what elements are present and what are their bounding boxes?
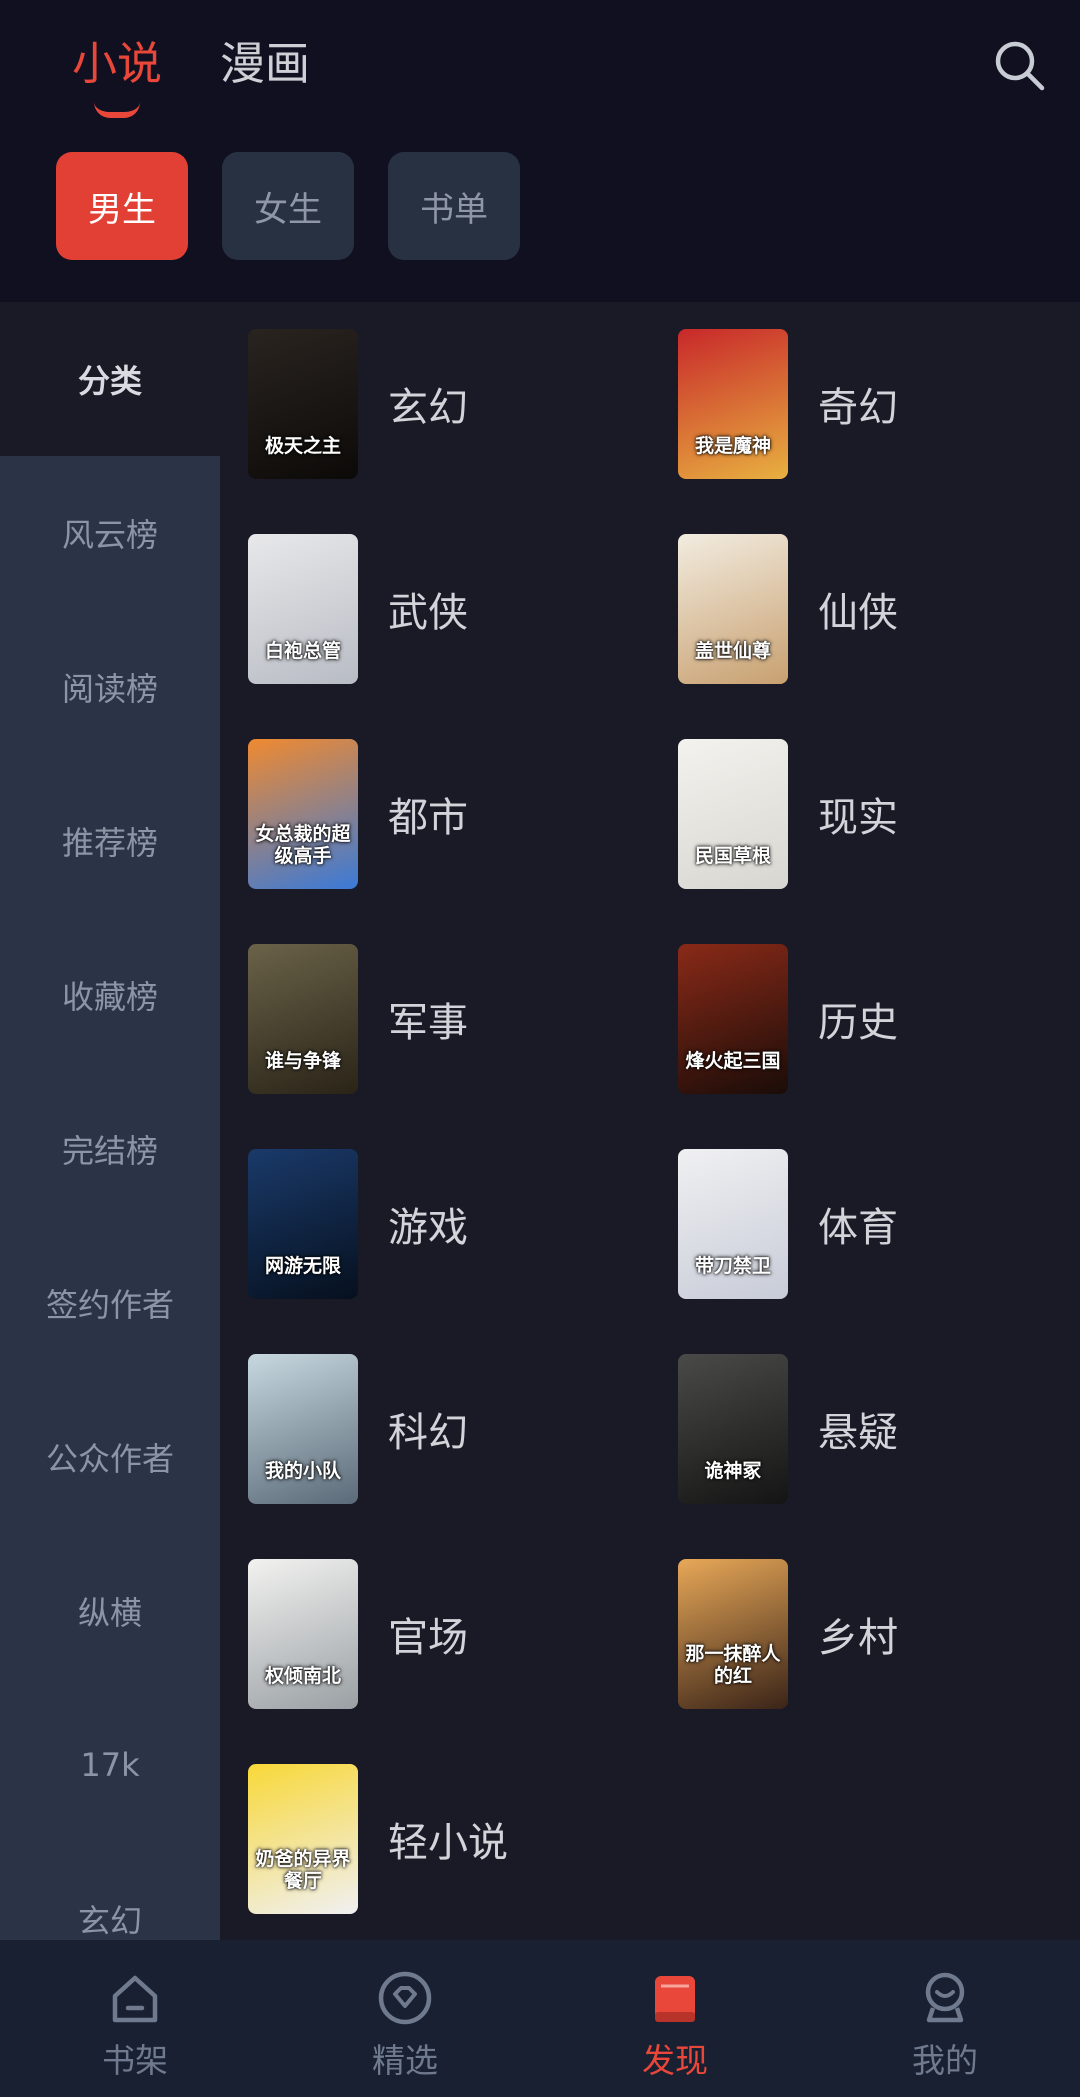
book-cover-title: 网游无限 bbox=[264, 1255, 341, 1277]
category-label: 仙侠 bbox=[818, 590, 898, 636]
book-cover-title: 我是魔神 bbox=[694, 435, 771, 457]
category-item[interactable]: 网游无限 游戏 bbox=[248, 1149, 668, 1299]
book-cover-title: 白袍总管 bbox=[264, 640, 341, 662]
category-item[interactable]: 我是魔神 奇幻 bbox=[678, 329, 1080, 479]
sidebar-item-17k[interactable]: 17k bbox=[0, 1688, 220, 1842]
book-cover-title: 民国草根 bbox=[694, 845, 771, 867]
category-label: 都市 bbox=[388, 795, 468, 841]
book-cover-image: 谁与争锋 bbox=[248, 944, 358, 1094]
active-tab-indicator bbox=[94, 102, 140, 118]
diamond-icon bbox=[378, 1971, 432, 2025]
book-icon bbox=[655, 1976, 695, 2022]
book-cover-title: 带刀禁卫 bbox=[694, 1255, 771, 1277]
book-cover-image: 诡神冢 bbox=[678, 1354, 788, 1504]
category-label: 武侠 bbox=[388, 590, 468, 636]
nav-profile-label: 我的 bbox=[912, 2041, 978, 2080]
book-cover-title: 谁与争锋 bbox=[264, 1050, 341, 1072]
category-label: 官场 bbox=[388, 1615, 468, 1661]
category-item[interactable]: 盖世仙尊 仙侠 bbox=[678, 534, 1080, 684]
sidebar-item-signed-authors[interactable]: 签约作者 bbox=[0, 1226, 220, 1380]
category-grid: 极天之主 玄幻 我是魔神 奇幻 白袍总管 武侠 盖世仙尊 仙侠 女总裁的超级高手 都市 民国草根 现实… bbox=[220, 302, 1080, 1940]
bottom-navigation: 书架 精选 发现 我的 bbox=[0, 1940, 1080, 2097]
tab-booklist[interactable]: 书单 bbox=[388, 152, 520, 260]
book-cover-title: 那一抹醉人的红 bbox=[685, 1643, 781, 1687]
tab-female[interactable]: 女生 bbox=[222, 152, 354, 260]
category-item[interactable]: 白袍总管 武侠 bbox=[248, 534, 668, 684]
category-label: 游戏 bbox=[388, 1205, 468, 1251]
content-type-tabs: 小说 漫画 bbox=[72, 34, 310, 118]
category-item[interactable]: 谁与争锋 军事 bbox=[248, 944, 668, 1094]
category-label: 军事 bbox=[388, 1000, 468, 1046]
category-item[interactable]: 奶爸的异界餐厅 轻小说 bbox=[248, 1764, 668, 1914]
category-label: 玄幻 bbox=[388, 385, 468, 431]
book-cover-image: 网游无限 bbox=[248, 1149, 358, 1299]
category-label: 乡村 bbox=[818, 1615, 898, 1661]
category-item[interactable]: 我的小队 科幻 bbox=[248, 1354, 668, 1504]
book-cover-title: 盖世仙尊 bbox=[694, 640, 771, 662]
category-item[interactable]: 民国草根 现实 bbox=[678, 739, 1080, 889]
tab-male[interactable]: 男生 bbox=[56, 152, 188, 260]
book-cover-image: 奶爸的异界餐厅 bbox=[248, 1764, 358, 1914]
book-cover-image: 烽火起三国 bbox=[678, 944, 788, 1094]
home-icon bbox=[112, 1975, 158, 2023]
category-item[interactable]: 诡神冢 悬疑 bbox=[678, 1354, 1080, 1504]
search-icon[interactable] bbox=[990, 36, 1048, 94]
book-cover-title: 烽火起三国 bbox=[685, 1050, 781, 1072]
tab-comic[interactable]: 漫画 bbox=[220, 34, 310, 94]
book-cover-image: 我是魔神 bbox=[678, 329, 788, 479]
book-cover-title: 奶爸的异界餐厅 bbox=[255, 1848, 351, 1892]
book-cover-image: 极天之主 bbox=[248, 329, 358, 479]
category-label: 奇幻 bbox=[818, 385, 898, 431]
book-cover-image: 民国草根 bbox=[678, 739, 788, 889]
gender-tabs: 男生 女生 书单 bbox=[56, 152, 520, 260]
nav-profile[interactable]: 我的 bbox=[810, 1940, 1080, 2097]
tab-novel[interactable]: 小说 bbox=[72, 34, 163, 118]
book-cover-image: 白袍总管 bbox=[248, 534, 358, 684]
category-label: 科幻 bbox=[388, 1410, 468, 1456]
category-label: 现实 bbox=[818, 795, 898, 841]
sidebar-item-public-authors[interactable]: 公众作者 bbox=[0, 1380, 220, 1534]
sidebar-item-finished-ranking[interactable]: 完结榜 bbox=[0, 1072, 220, 1226]
book-cover-image: 那一抹醉人的红 bbox=[678, 1559, 788, 1709]
category-item[interactable]: 女总裁的超级高手 都市 bbox=[248, 739, 668, 889]
sidebar: 分类 风云榜 阅读榜 推荐榜 收藏榜 完结榜 签约作者 公众作者 纵横 17k … bbox=[0, 302, 220, 1940]
category-label: 体育 bbox=[818, 1205, 898, 1251]
book-cover-title: 诡神冢 bbox=[704, 1460, 762, 1482]
book-cover-title: 女总裁的超级高手 bbox=[255, 823, 351, 867]
book-cover-title: 极天之主 bbox=[264, 435, 341, 457]
category-item[interactable]: 那一抹醉人的红 乡村 bbox=[678, 1559, 1080, 1709]
book-cover-title: 我的小队 bbox=[264, 1460, 341, 1482]
category-item[interactable]: 带刀禁卫 体育 bbox=[678, 1149, 1080, 1299]
sidebar-item-recommend-ranking[interactable]: 推荐榜 bbox=[0, 764, 220, 918]
sidebar-item-category[interactable]: 分类 bbox=[0, 302, 220, 456]
nav-featured[interactable]: 精选 bbox=[270, 1940, 540, 2097]
sidebar-item-zongheng[interactable]: 纵横 bbox=[0, 1534, 220, 1688]
book-cover-title: 权倾南北 bbox=[264, 1665, 341, 1687]
category-item[interactable]: 极天之主 玄幻 bbox=[248, 329, 668, 479]
nav-bookshelf[interactable]: 书架 bbox=[0, 1940, 270, 2097]
nav-discover[interactable]: 发现 bbox=[540, 1940, 810, 2097]
category-label: 历史 bbox=[818, 1000, 898, 1046]
nav-bookshelf-label: 书架 bbox=[102, 2041, 168, 2080]
top-header: 小说 漫画 男生 女生 书单 bbox=[0, 0, 1080, 302]
nav-featured-label: 精选 bbox=[372, 2041, 438, 2080]
tab-comic-label: 漫画 bbox=[220, 37, 311, 90]
category-item[interactable]: 烽火起三国 历史 bbox=[678, 944, 1080, 1094]
book-cover-image: 女总裁的超级高手 bbox=[248, 739, 358, 889]
category-label: 轻小说 bbox=[388, 1820, 508, 1866]
sidebar-item-favorite-ranking[interactable]: 收藏榜 bbox=[0, 918, 220, 1072]
book-cover-image: 我的小队 bbox=[248, 1354, 358, 1504]
tab-novel-label: 小说 bbox=[72, 37, 163, 90]
book-cover-image: 权倾南北 bbox=[248, 1559, 358, 1709]
category-label: 悬疑 bbox=[818, 1410, 898, 1456]
nav-discover-label: 发现 bbox=[642, 2041, 708, 2080]
book-cover-image: 盖世仙尊 bbox=[678, 534, 788, 684]
profile-icon bbox=[925, 1972, 965, 2023]
category-item[interactable]: 权倾南北 官场 bbox=[248, 1559, 668, 1709]
sidebar-item-popular-ranking[interactable]: 风云榜 bbox=[0, 456, 220, 610]
book-cover-image: 带刀禁卫 bbox=[678, 1149, 788, 1299]
sidebar-item-reading-ranking[interactable]: 阅读榜 bbox=[0, 610, 220, 764]
